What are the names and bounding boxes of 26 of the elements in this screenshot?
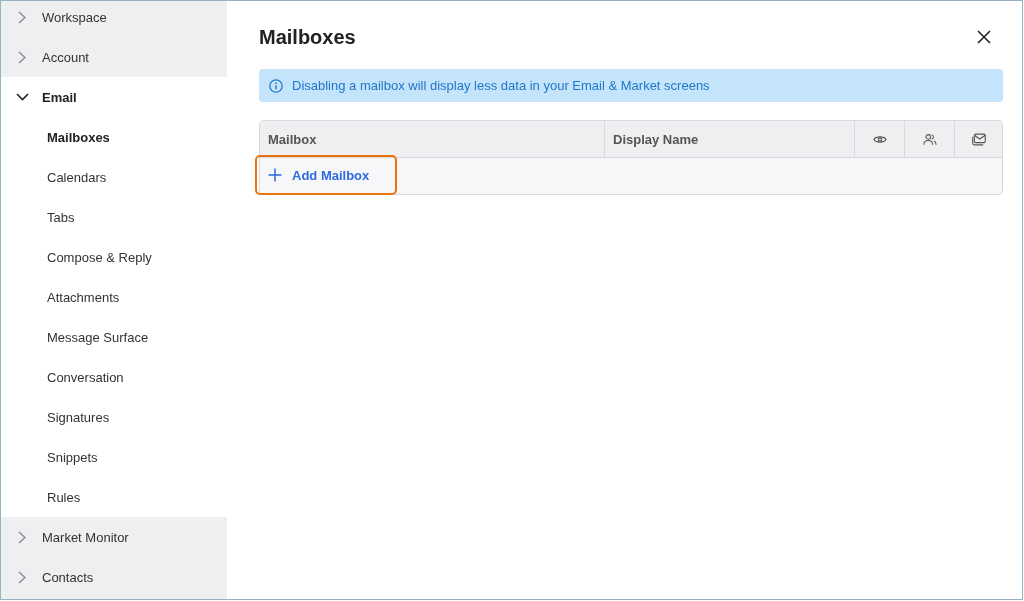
chevron-down-icon: [15, 93, 29, 101]
column-header: Display Name: [604, 121, 854, 157]
sidebar-item[interactable]: Attachments: [1, 277, 227, 317]
sidebar-item[interactable]: Calendars: [1, 157, 227, 197]
banner-text: Disabling a mailbox will display less data in your Email & Market screens: [292, 78, 710, 93]
sidebar-item[interactable]: Compose & Reply: [1, 237, 227, 277]
chevron-right-icon: [18, 50, 26, 64]
info-icon: [269, 78, 283, 93]
sidebar-item[interactable]: Mailboxes: [1, 117, 227, 157]
sidebar-section-item[interactable]: Email: [1, 77, 227, 117]
chevron-right-icon: [18, 10, 26, 24]
add-mailbox-button[interactable]: Add Mailbox: [255, 155, 398, 195]
close-icon: [977, 30, 991, 44]
sidebar-item[interactable]: Message Surface: [1, 317, 227, 357]
column-header: Mailbox: [267, 130, 318, 149]
mail-stack-icon: [971, 132, 986, 146]
chevron-right-icon: [18, 570, 26, 584]
sidebar-item[interactable]: Snippets: [1, 437, 227, 477]
panel-title: Mailboxes: [259, 25, 356, 49]
sidebar-item[interactable]: Rules: [1, 477, 227, 517]
plus-icon: [268, 168, 282, 182]
people-icon: [922, 132, 937, 146]
sidebar-item[interactable]: Tabs: [1, 197, 227, 237]
sidebar-item[interactable]: Conversation: [1, 357, 227, 397]
sidebar-item[interactable]: Signatures: [1, 397, 227, 437]
chevron-right-icon: [18, 530, 26, 544]
